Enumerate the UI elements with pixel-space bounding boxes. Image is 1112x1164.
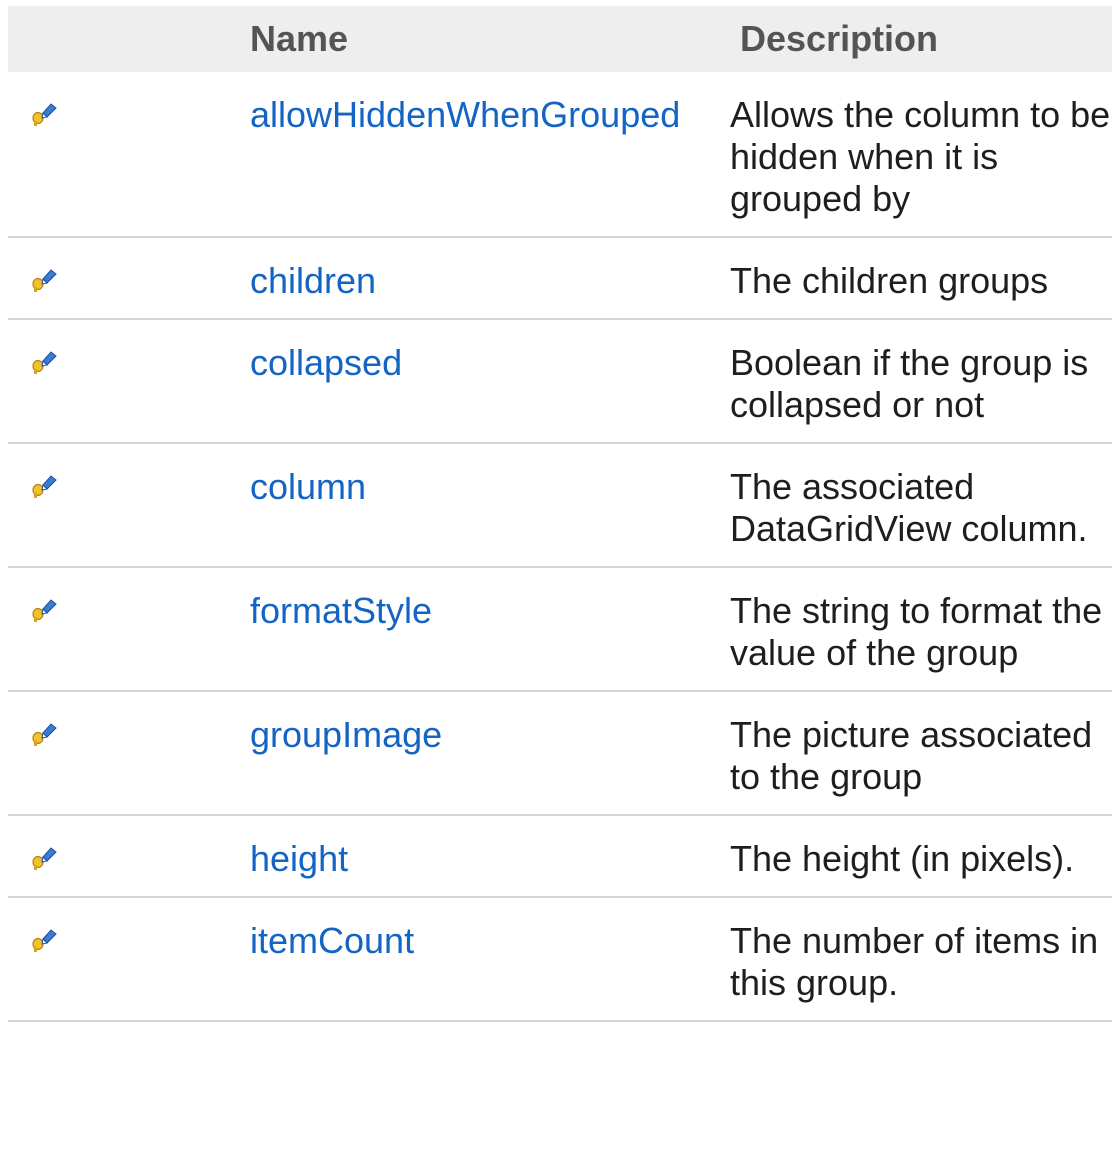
member-name-cell: collapsed: [240, 319, 730, 444]
table-body: allowHiddenWhenGrouped Allows the column…: [8, 72, 1112, 1022]
table-row-column: column The associated DataGridView colum…: [8, 443, 1112, 568]
member-description-cell: The string to format the value of the gr…: [730, 567, 1112, 692]
member-icon-cell: [8, 443, 240, 568]
public-property-icon: [30, 267, 58, 293]
member-name-link[interactable]: allowHiddenWhenGrouped: [250, 94, 680, 135]
table-row-collapsed: collapsed Boolean if the group is collap…: [8, 319, 1112, 444]
member-description: The string to format the value of the gr…: [730, 590, 1103, 673]
member-name-cell: groupImage: [240, 691, 730, 816]
header-description-column[interactable]: Description: [730, 6, 1112, 72]
header-name-column[interactable]: Name: [240, 6, 730, 72]
member-icon-cell: [8, 237, 240, 320]
member-description-cell: Boolean if the group is collapsed or not: [730, 319, 1112, 444]
member-description: Boolean if the group is collapsed or not: [730, 342, 1089, 425]
member-description: The children groups: [730, 260, 1049, 301]
table-row-formatStyle: formatStyle The string to format the val…: [8, 567, 1112, 692]
member-description: The number of items in this group.: [730, 920, 1099, 1003]
member-name-link[interactable]: collapsed: [250, 342, 402, 383]
member-description-cell: The height (in pixels).: [730, 815, 1112, 898]
member-icon-cell: [8, 691, 240, 816]
public-property-icon: [30, 845, 58, 871]
member-name-cell: formatStyle: [240, 567, 730, 692]
table-row-allowHiddenWhenGrouped: allowHiddenWhenGrouped Allows the column…: [8, 72, 1112, 238]
header-icon-column: [8, 6, 240, 72]
member-description-cell: Allows the column to be hidden when it i…: [730, 72, 1112, 238]
member-description: The height (in pixels).: [730, 838, 1075, 879]
member-description: Allows the column to be hidden when it i…: [730, 94, 1111, 219]
member-name-link[interactable]: column: [250, 466, 366, 507]
member-name-link[interactable]: formatStyle: [250, 590, 432, 631]
member-name-link[interactable]: itemCount: [250, 920, 414, 961]
table-row-itemCount: itemCount The number of items in this gr…: [8, 897, 1112, 1022]
table-row-height: height The height (in pixels).: [8, 815, 1112, 898]
public-property-icon: [30, 927, 58, 953]
member-description-cell: The picture associated to the group: [730, 691, 1112, 816]
table-row-children: children The children groups: [8, 237, 1112, 320]
public-property-icon: [30, 473, 58, 499]
table-header: Name Description: [8, 6, 1112, 72]
member-description: The associated DataGridView column.: [730, 466, 1088, 549]
member-name-link[interactable]: height: [250, 838, 348, 879]
public-property-icon: [30, 349, 58, 375]
member-description: The picture associated to the group: [730, 714, 1093, 797]
member-description-cell: The associated DataGridView column.: [730, 443, 1112, 568]
member-icon-cell: [8, 815, 240, 898]
member-description-cell: The children groups: [730, 237, 1112, 320]
member-name-link[interactable]: groupImage: [250, 714, 442, 755]
public-property-icon: [30, 721, 58, 747]
table-row-groupImage: groupImage The picture associated to the…: [8, 691, 1112, 816]
member-name-cell: children: [240, 237, 730, 320]
public-property-icon: [30, 597, 58, 623]
member-name-cell: column: [240, 443, 730, 568]
member-icon-cell: [8, 567, 240, 692]
member-name-cell: itemCount: [240, 897, 730, 1022]
member-description-cell: The number of items in this group.: [730, 897, 1112, 1022]
member-icon-cell: [8, 72, 240, 238]
members-table: Name Description allowHiddenWhenGrouped …: [8, 6, 1112, 1022]
header-row: Name Description: [8, 6, 1112, 72]
member-icon-cell: [8, 897, 240, 1022]
member-icon-cell: [8, 319, 240, 444]
public-property-icon: [30, 101, 58, 127]
member-name-cell: allowHiddenWhenGrouped: [240, 72, 730, 238]
member-name-cell: height: [240, 815, 730, 898]
member-name-link[interactable]: children: [250, 260, 376, 301]
